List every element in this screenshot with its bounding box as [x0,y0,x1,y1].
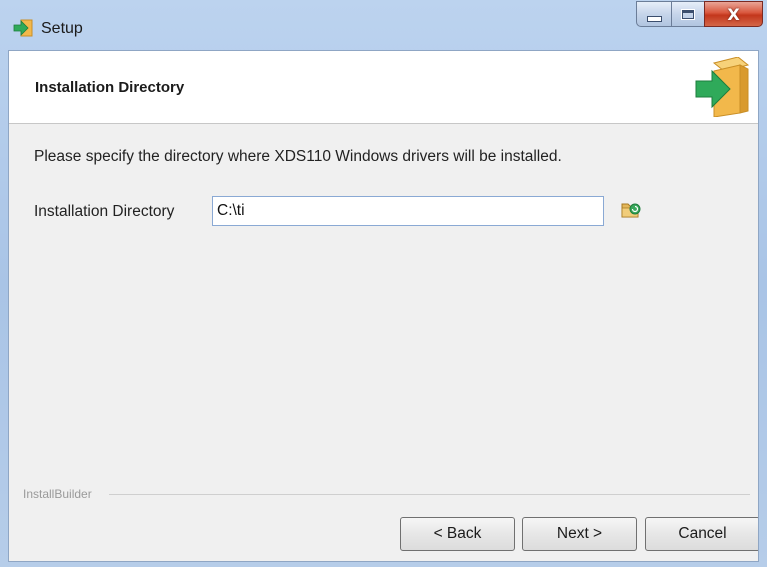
close-icon: X [727,4,740,24]
title-bar[interactable]: Setup X [0,0,767,50]
cancel-button[interactable]: Cancel [645,517,758,551]
setup-window: Setup X Installation Directory Please sp… [0,0,767,567]
page-header: Installation Directory [9,51,758,124]
setup-arrow-icon [13,19,33,37]
directory-label: Installation Directory [34,203,175,220]
footer-divider [109,494,750,495]
maximize-icon [681,8,695,20]
box-arrow-icon [695,57,750,117]
page-title: Installation Directory [35,79,185,96]
next-button[interactable]: Next > [522,517,637,551]
client-area: Installation Directory Please specify th… [8,50,759,562]
window-title: Setup [41,20,83,37]
maximize-button[interactable] [671,1,704,27]
back-button[interactable]: < Back [400,517,515,551]
directory-input[interactable] [212,196,604,226]
description-text: Please specify the directory where XDS11… [34,148,562,165]
installbuilder-brand: InstallBuilder [23,487,98,501]
caption-buttons: X [636,1,763,27]
close-button[interactable]: X [704,1,763,27]
minimize-button[interactable] [636,1,671,27]
folder-browse-icon[interactable] [620,199,642,221]
minimize-icon [646,16,662,22]
